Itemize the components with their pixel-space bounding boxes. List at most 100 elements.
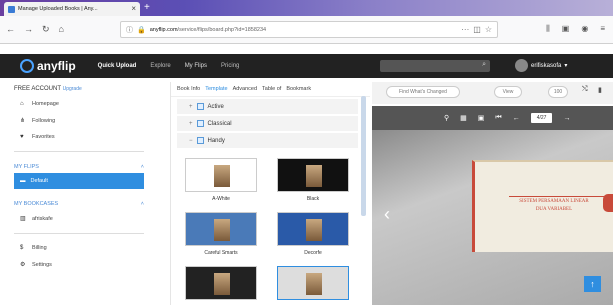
section-label: MY FLIPS [14, 164, 39, 170]
template-thumb[interactable]: A-White [185, 158, 257, 202]
prev-arrow-icon[interactable]: ‹ [384, 204, 390, 225]
prev-page-icon[interactable]: ← [513, 115, 520, 122]
nav-pricing[interactable]: Pricing [221, 63, 239, 69]
template-thumb[interactable]: Careful Smarts [185, 212, 257, 256]
user-menu[interactable]: erifiskasofa ▾ [515, 59, 567, 72]
expand-icon[interactable]: + [189, 121, 193, 127]
template-thumb[interactable]: Black [277, 158, 349, 202]
chevron-up-icon[interactable]: ˄ [141, 164, 144, 170]
new-tab-icon[interactable]: + [144, 3, 150, 13]
folder-icon [196, 103, 204, 110]
divider [14, 151, 144, 152]
sidebar-item-following[interactable]: ⋔ Following [14, 112, 144, 129]
search-input[interactable]: ⌕ [380, 60, 490, 72]
tab-book-info[interactable]: Book Info [177, 86, 200, 92]
folder-label: Default [30, 178, 48, 184]
cover-title-1: SISTEM PERSAMAAN LINEAR [519, 199, 589, 204]
chevron-up-icon[interactable]: ˄ [141, 201, 144, 207]
next-page-icon[interactable]: → [563, 115, 570, 122]
thumb-image [185, 266, 257, 300]
url-bar[interactable]: ⓘ 🔒 anyflip.com/service/flips/board.php?… [120, 21, 498, 38]
share-icon[interactable]: ⤭ [582, 86, 588, 94]
first-page-icon[interactable]: ⏮ [495, 114, 501, 122]
my-bookcases-section[interactable]: MY BOOKCASES ˄ [14, 195, 144, 210]
nav-explore[interactable]: Explore [150, 63, 170, 69]
tab-template[interactable]: Template [205, 86, 227, 92]
dollar-icon: $ [20, 245, 24, 251]
menu-icon[interactable]: ≡ [600, 24, 605, 34]
tree-label: Handy [207, 137, 225, 144]
favicon-icon [8, 5, 15, 13]
scrollbar[interactable] [361, 96, 366, 216]
browser-navbar: ← → ↻ ⌂ ⓘ 🔒 anyflip.com/service/flips/bo… [0, 16, 613, 44]
extension-icon[interactable]: ◉ [581, 24, 588, 34]
reload-icon[interactable]: ↻ [42, 25, 50, 34]
tree-item-active[interactable]: + Active [177, 99, 358, 114]
book-cover[interactable]: SISTEM PERSAMAAN LINEAR DUA VARIABEL [472, 160, 613, 252]
forward-icon[interactable]: → [24, 25, 33, 34]
tab-title: Manage Uploaded Books | Any... [18, 6, 98, 12]
template-thumb[interactable] [185, 266, 257, 302]
bookcase-icon: ▥ [20, 216, 26, 222]
zoom-select[interactable]: 100 [548, 86, 568, 98]
back-icon[interactable]: ← [6, 25, 15, 34]
close-icon[interactable]: × [131, 5, 136, 13]
upgrade-link[interactable]: Upgrade [63, 86, 82, 92]
thumb-label: A-White [212, 196, 230, 202]
tab-bookmark[interactable]: Bookmark [286, 86, 311, 92]
tab-advanced[interactable]: Advanced [233, 86, 257, 92]
thumb-image [185, 212, 257, 246]
page-actions-icon[interactable]: ··· [461, 25, 469, 34]
flipbook-preview: ⚲ ▦ ▣ ⏮ ← 4/27 → ‹ SISTEM PERSAMAAN LINE… [372, 106, 613, 305]
sidebar-item-label: Billing [32, 245, 47, 251]
template-thumb[interactable]: Decorfe [277, 212, 349, 256]
tree-item-classical[interactable]: + Classical [177, 116, 358, 131]
bookmark-star-icon[interactable]: ☆ [485, 25, 492, 34]
search-icon[interactable]: ⌕ [482, 61, 486, 69]
anyflip-logo[interactable]: anyflip [20, 59, 76, 73]
thumb-label: Careful Smarts [204, 250, 238, 256]
thumb-image [277, 158, 349, 192]
cover-seal [603, 194, 613, 212]
template-thumb-selected[interactable] [277, 266, 349, 302]
nav-my-flips[interactable]: My Flips [185, 63, 207, 69]
home-icon[interactable]: ⌂ [59, 25, 64, 34]
cover-title-2: DUA VARIABEL [535, 206, 573, 212]
sidebar: FREE ACCOUNT Upgrade ⌂ Homepage ⋔ Follow… [14, 82, 144, 305]
scroll-up-button[interactable]: ↑ [584, 276, 601, 292]
tree-label: Active [207, 103, 224, 110]
tab-table-of-contents[interactable]: Table of [262, 86, 281, 92]
library-icon[interactable]: ⫼ [546, 24, 550, 34]
bookcase-item[interactable]: ▥ afriskafe [14, 210, 144, 227]
whats-changed-button[interactable]: Find What's Changed [386, 86, 460, 98]
collapse-icon[interactable]: − [189, 138, 193, 144]
pocket-icon[interactable]: ◫ [473, 25, 481, 34]
sidebar-item-label: Favorites [32, 134, 55, 140]
avatar [515, 59, 528, 72]
tree-label: Classical [207, 120, 232, 127]
tree-item-handy[interactable]: − Handy [177, 133, 358, 148]
thumbnails-icon[interactable]: ▦ [460, 114, 467, 122]
thumb-label: Black [306, 196, 320, 202]
view-button[interactable]: View [494, 86, 522, 98]
sidebar-item-homepage[interactable]: ⌂ Homepage [14, 96, 144, 112]
expand-icon[interactable]: + [189, 104, 193, 110]
url-host: anyflip.com [149, 26, 178, 33]
fullscreen-icon[interactable]: ▣ [478, 114, 485, 122]
page-input[interactable]: 4/27 [530, 113, 553, 123]
sidebar-item-label: Homepage [32, 101, 59, 107]
sidebar-item-settings[interactable]: ⚙ Settings [14, 256, 144, 273]
sidebar-item-favorites[interactable]: ♥ Favorites [14, 129, 144, 145]
section-label: MY BOOKCASES [14, 201, 59, 207]
settings-icon[interactable]: ▮ [598, 86, 602, 94]
my-flips-section[interactable]: MY FLIPS ˄ [14, 158, 144, 173]
folder-default[interactable]: ▬ Default [14, 173, 144, 189]
chevron-down-icon: ▾ [564, 63, 568, 69]
nav-quick-upload[interactable]: Quick Upload [98, 63, 137, 69]
sidebar-icon[interactable]: ▣ [562, 24, 570, 34]
folder-icon [196, 137, 204, 144]
zoom-icon[interactable]: ⚲ [444, 114, 449, 122]
sidebar-item-billing[interactable]: $ Billing [14, 240, 144, 256]
browser-tab[interactable]: Manage Uploaded Books | Any... × [4, 2, 140, 16]
template-panel: Book Info Template Advanced Table of Boo… [170, 82, 370, 305]
